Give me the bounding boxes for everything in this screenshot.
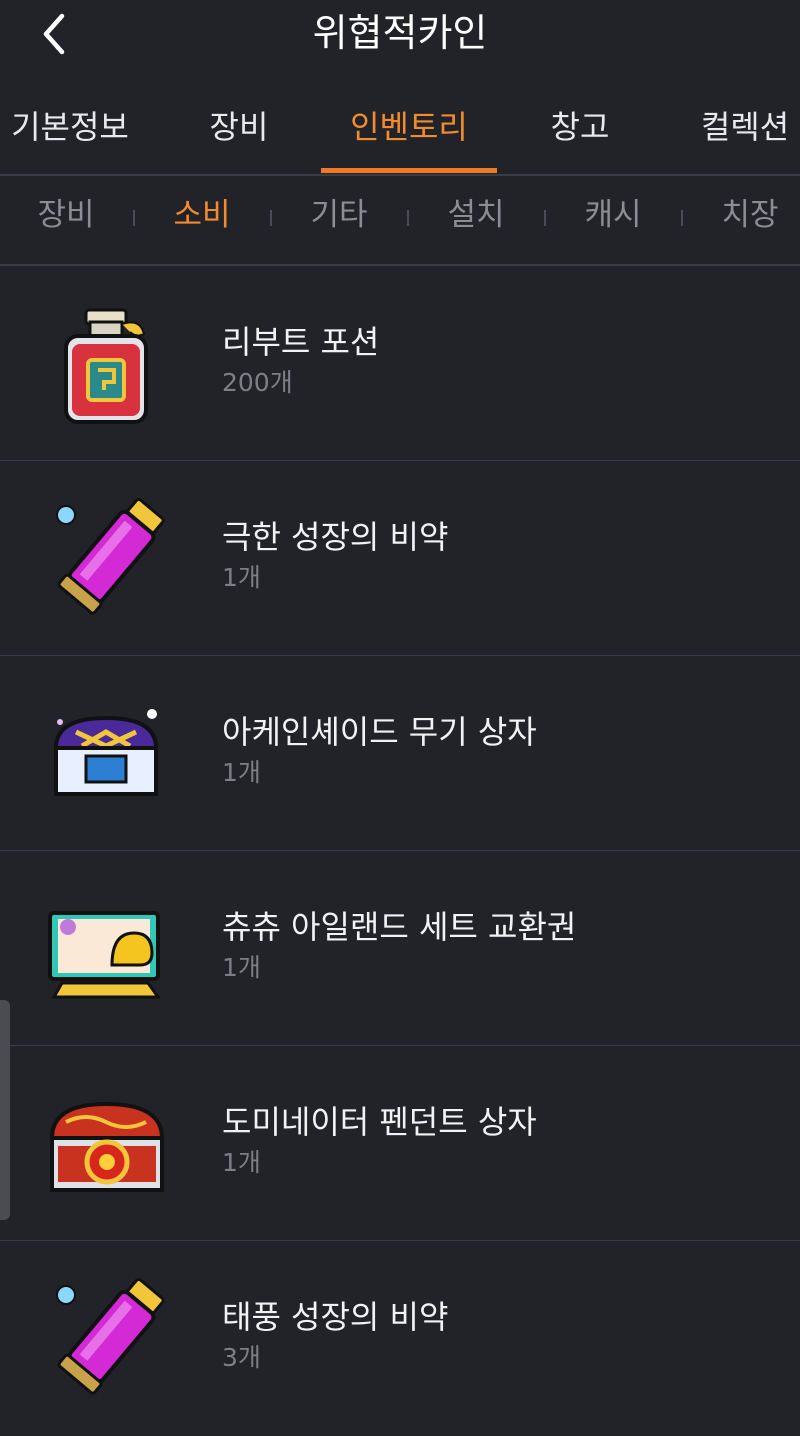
subtab-separator (133, 210, 135, 226)
list-item[interactable]: 아케인셰이드 무기 상자 1개 (0, 656, 800, 851)
item-count: 3개 (222, 1343, 261, 1372)
list-item[interactable]: 츄츄 아일랜드 세트 교환권 1개 (0, 851, 800, 1046)
purple-treasure-chest-icon (53, 709, 159, 796)
subtab-separator (407, 210, 409, 226)
item-name: 리부트 포션 (222, 323, 380, 361)
subtab-decor[interactable]: 치장 (690, 190, 800, 240)
app-header: 위협적카인 (0, 0, 800, 70)
purple-elixir-tube-icon (56, 1277, 165, 1395)
subtab-install[interactable]: 설치 (416, 190, 536, 240)
red-treasure-chest-icon (49, 1101, 165, 1192)
potion-bottle-icon (64, 308, 148, 424)
item-count: 1개 (222, 1148, 261, 1177)
subtab-cash[interactable]: 캐시 (553, 190, 673, 240)
page-title: 위협적카인 (312, 11, 488, 55)
item-count: 200개 (222, 368, 293, 397)
item-name: 태풍 성장의 비약 (222, 1298, 449, 1336)
tab-storage[interactable]: 창고 (538, 102, 622, 152)
item-count: 1개 (222, 758, 261, 787)
inventory-subtabs: 장비 소비 기타 설치 캐시 치장 (0, 180, 800, 264)
subtab-equip[interactable]: 장비 (6, 190, 126, 240)
item-name: 극한 성장의 비약 (222, 518, 449, 556)
subtab-consume[interactable]: 소비 (142, 190, 262, 240)
list-item[interactable]: 리부트 포션 200개 (0, 266, 800, 461)
item-name: 츄츄 아일랜드 세트 교환권 (222, 908, 577, 946)
list-item[interactable]: 태풍 성장의 비약 3개 (0, 1241, 800, 1436)
main-tabs: 기본정보 장비 인벤토리 창고 컬렉션 (0, 90, 800, 174)
item-count: 1개 (222, 953, 261, 982)
subtab-separator (270, 210, 272, 226)
item-name: 도미네이터 펜던트 상자 (222, 1103, 537, 1141)
subtab-separator (544, 210, 546, 226)
list-item[interactable]: 도미네이터 펜던트 상자 1개 (0, 1046, 800, 1241)
exchange-ticket-icon (48, 911, 161, 999)
item-count: 1개 (222, 563, 261, 592)
subtab-separator (681, 210, 683, 226)
active-tab-indicator (321, 168, 497, 173)
tabs-divider (0, 174, 800, 176)
tab-basic-info[interactable]: 기본정보 (8, 102, 132, 152)
tab-collection[interactable]: 컬렉션 (690, 102, 800, 152)
item-name: 아케인셰이드 무기 상자 (222, 713, 537, 751)
tab-inventory[interactable]: 인벤토리 (330, 102, 488, 152)
subtab-etc[interactable]: 기타 (279, 190, 399, 240)
tab-equipment[interactable]: 장비 (196, 102, 282, 152)
list-item[interactable]: 극한 성장의 비약 1개 (0, 461, 800, 656)
purple-elixir-tube-icon (56, 497, 165, 615)
scrollbar-handle[interactable] (0, 1000, 10, 1220)
